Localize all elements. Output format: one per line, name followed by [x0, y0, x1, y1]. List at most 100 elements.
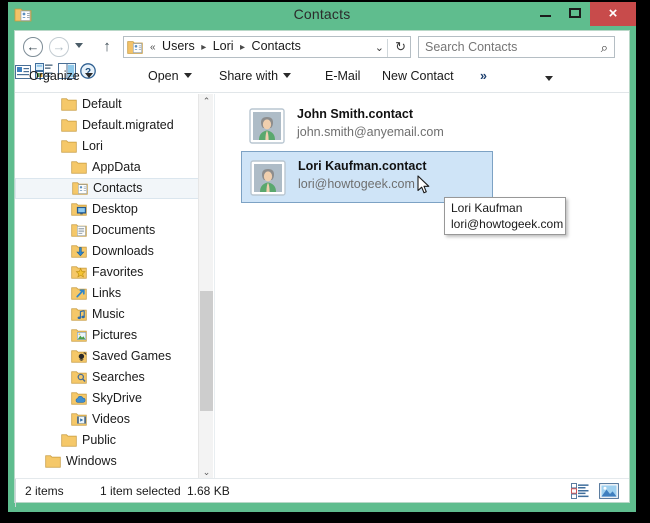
sidebar-item-label: Lori: [82, 139, 103, 153]
client-area: ← → ↑ « Users ▸ Lori ▸ Contacts ⌄ ↻ Sear…: [14, 30, 630, 507]
documents-folder-icon: [71, 224, 87, 237]
sidebar-item-label: Default.migrated: [82, 118, 174, 132]
sidebar-item-windows[interactable]: Windows: [15, 451, 213, 472]
sidebar-item-label: Searches: [92, 370, 145, 384]
breadcrumb-dropdown-icon[interactable]: ⌄: [375, 41, 384, 54]
mouse-cursor: [417, 175, 430, 194]
breadcrumb-bar[interactable]: « Users ▸ Lori ▸ Contacts ⌄ ↻: [123, 36, 411, 58]
desktop-folder-icon: [71, 203, 87, 216]
sidebar-item-desktop[interactable]: Desktop: [15, 199, 213, 220]
list-item[interactable]: John Smith.contact john.smith@anyemail.co…: [241, 100, 493, 152]
sidebar-item-lori[interactable]: Lori: [15, 136, 213, 157]
view-options-chevron-icon[interactable]: [545, 76, 553, 81]
sidebar-item-label: Saved Games: [92, 349, 172, 363]
close-icon: ×: [608, 5, 618, 22]
tooltip-email: lori@howtogeek.com: [451, 217, 564, 231]
sidebar-item-label: Default: [82, 97, 122, 111]
minimize-button[interactable]: [530, 2, 560, 24]
navigation-pane[interactable]: Default Default.migrated Lori AppData Contac…: [15, 94, 213, 480]
breadcrumb-overflow[interactable]: «: [147, 42, 159, 53]
chevron-down-icon: [84, 73, 93, 78]
music-folder-icon: [71, 308, 87, 321]
sidebar-item-label: Contacts: [93, 181, 143, 195]
explorer-window: Contacts × ← → ↑ « Users ▸ Lori ▸ Contac…: [8, 2, 636, 512]
up-button[interactable]: ↑: [99, 38, 115, 56]
contact-email: john.smith@anyemail.com: [297, 125, 444, 139]
details-view-icon[interactable]: [571, 483, 589, 499]
scroll-up-icon[interactable]: ⌃: [199, 94, 213, 109]
sidebar-item-skydrive[interactable]: SkyDrive: [15, 388, 213, 409]
refresh-icon[interactable]: ↻: [395, 39, 406, 55]
sidebar-item-label: Documents: [92, 223, 156, 237]
contact-avatar-icon: [250, 160, 286, 196]
close-button[interactable]: ×: [590, 2, 636, 26]
sidebar-item-default-migrated[interactable]: Default.migrated: [15, 115, 213, 136]
sidebar-item-label: Desktop: [92, 202, 138, 216]
status-size: 1.68 KB: [187, 484, 230, 498]
folder-folder-icon: [61, 140, 77, 153]
open-button[interactable]: Open: [148, 69, 192, 83]
address-bar: ← → ↑ « Users ▸ Lori ▸ Contacts ⌄ ↻ Sear…: [15, 31, 629, 63]
scrollbar-thumb[interactable]: [200, 291, 213, 411]
sidebar-item-appdata[interactable]: AppData: [15, 157, 213, 178]
sidebar-item-label: AppData: [92, 160, 141, 174]
share-with-button[interactable]: Share with: [219, 69, 292, 83]
contact-email: lori@howtogeek.com: [298, 177, 415, 191]
sidebar-item-label: Windows: [66, 454, 117, 468]
sidebar-item-favorites[interactable]: Favorites: [15, 262, 213, 283]
breadcrumb-segment-lori[interactable]: Lori: [213, 39, 234, 53]
searches-folder-icon: [71, 371, 87, 384]
back-button[interactable]: ←: [23, 37, 43, 57]
search-icon: ⌕: [600, 40, 608, 55]
maximize-button[interactable]: [560, 2, 590, 24]
sidebar-item-contacts[interactable]: Contacts: [15, 178, 213, 199]
sidebar-item-searches[interactable]: Searches: [15, 367, 213, 388]
large-icons-view-icon[interactable]: [599, 483, 619, 499]
contacts-folder-icon: [72, 182, 88, 195]
toolbar-overflow-button[interactable]: »: [480, 69, 487, 83]
forward-button[interactable]: →: [49, 37, 69, 57]
sidebar-item-default[interactable]: Default: [15, 94, 213, 115]
skydrive-folder-icon: [71, 392, 87, 405]
pictures-folder-icon: [71, 329, 87, 342]
contact-avatar-icon: [249, 108, 285, 144]
sidebar-item-pictures[interactable]: Pictures: [15, 325, 213, 346]
breadcrumb-segment-contacts[interactable]: Contacts: [252, 39, 301, 53]
title-bar: Contacts ×: [8, 2, 636, 30]
sidebar-item-label: Links: [92, 286, 122, 300]
breadcrumb-divider: [387, 39, 388, 57]
search-input[interactable]: Search Contacts: [425, 40, 517, 54]
list-item[interactable]: Lori Kaufman.contact lori@howtogeek.com: [241, 151, 493, 203]
contact-file-name: John Smith.contact: [297, 107, 413, 121]
status-bar: 2 items 1 item selected 1.68 KB: [15, 478, 629, 507]
sidebar-item-saved-games[interactable]: Saved Games: [15, 346, 213, 367]
sidebar-item-documents[interactable]: Documents: [15, 220, 213, 241]
breadcrumb-segment-users[interactable]: Users: [162, 39, 195, 53]
sidebar-item-videos[interactable]: Videos: [15, 409, 213, 430]
email-button[interactable]: E-Mail: [325, 69, 360, 83]
status-item-count: 2 items: [25, 484, 64, 498]
folder-folder-icon: [45, 455, 61, 468]
breadcrumb-separator[interactable]: ▸: [198, 42, 209, 53]
recent-locations-icon[interactable]: [75, 43, 83, 48]
sidebar-item-label: Videos: [92, 412, 130, 426]
status-divider: [15, 479, 16, 493]
sidebar-item-public[interactable]: Public: [15, 430, 213, 451]
folder-folder-icon: [61, 119, 77, 132]
folder-folder-icon: [61, 434, 77, 447]
breadcrumb-separator[interactable]: ▸: [237, 42, 248, 53]
organize-button[interactable]: Organize: [29, 69, 93, 83]
sidebar-item-label: Favorites: [92, 265, 144, 279]
search-box[interactable]: Search Contacts ⌕: [418, 36, 615, 58]
folder-folder-icon: [71, 161, 87, 174]
file-list-pane[interactable]: John Smith.contact john.smith@anyemail.co…: [214, 94, 629, 480]
organize-label: Organize: [29, 69, 80, 83]
new-contact-button[interactable]: New Contact: [382, 69, 454, 83]
tooltip-name: Lori Kaufman: [451, 201, 523, 215]
navigation-scrollbar[interactable]: ⌃ ⌄: [198, 94, 213, 480]
sidebar-item-label: SkyDrive: [92, 391, 143, 405]
sidebar-item-downloads[interactable]: Downloads: [15, 241, 213, 262]
sidebar-item-music[interactable]: Music: [15, 304, 213, 325]
sidebar-item-links[interactable]: Links: [15, 283, 213, 304]
sidebar-item-label: Public: [82, 433, 117, 447]
